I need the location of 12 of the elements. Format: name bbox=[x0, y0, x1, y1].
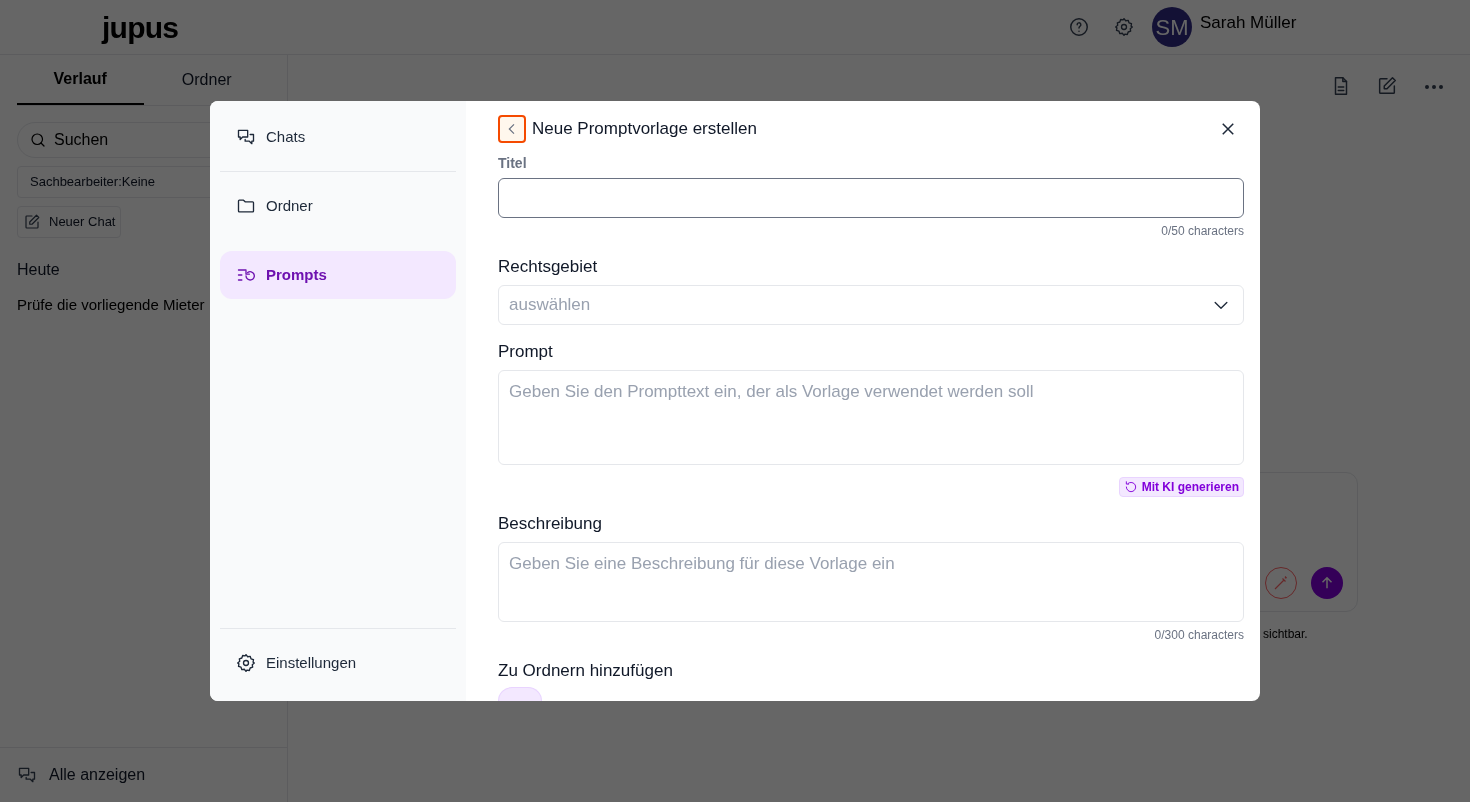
footer-note: sichtbar. bbox=[1263, 626, 1308, 643]
dialog-title: Neue Promptvorlage erstellen bbox=[532, 118, 757, 141]
field-label: Zu Ordnern hinzufügen bbox=[498, 659, 674, 682]
field-label: Titel bbox=[498, 154, 528, 173]
logo: jupus bbox=[102, 9, 179, 46]
character-counter: 0/300 characters bbox=[1154, 626, 1244, 644]
section-heading: Heute bbox=[17, 260, 60, 280]
field-label: Beschreibung bbox=[498, 513, 603, 535]
user-name: Sarah Müller bbox=[1200, 12, 1298, 34]
character-counter: 0/50 characters bbox=[1161, 222, 1244, 240]
field-label: Rechtsgebiet bbox=[498, 255, 599, 278]
field-label: Prompt bbox=[498, 340, 554, 363]
